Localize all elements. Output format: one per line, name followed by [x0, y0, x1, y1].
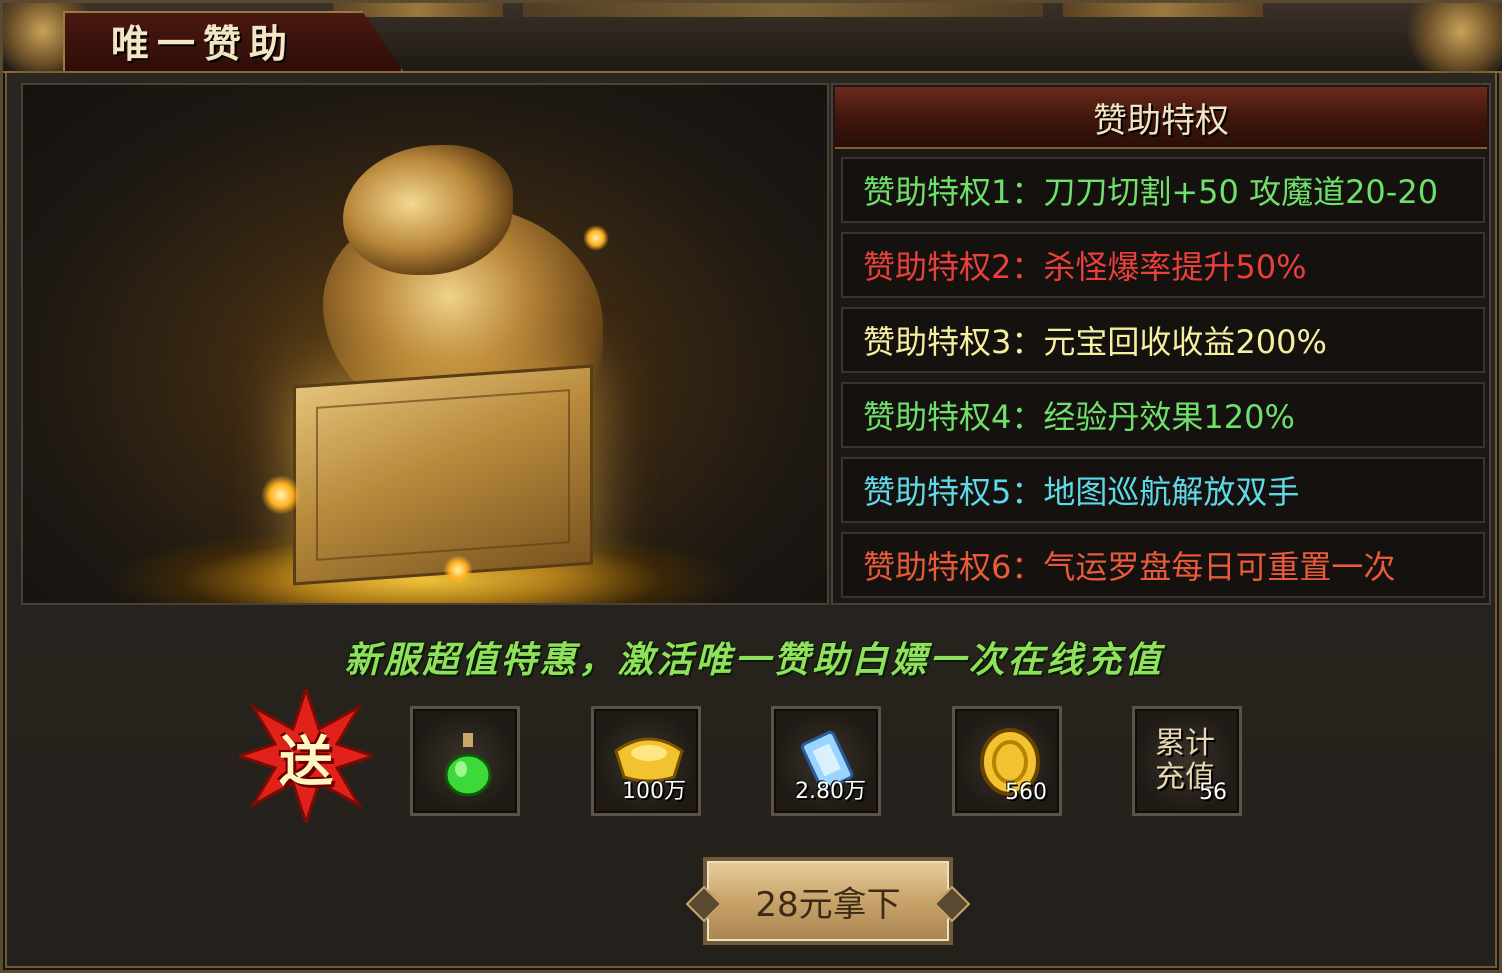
- reward-slot-scroll[interactable]: 2.80万: [771, 706, 881, 816]
- privilege-row: 赞助特权1：刀刀切割+50 攻魔道20-20: [841, 157, 1485, 223]
- privilege-row: 赞助特权4：经验丹效果120%: [841, 382, 1485, 448]
- jade-seal-icon: [293, 364, 593, 586]
- reward-slot-potion[interactable]: [410, 706, 520, 816]
- top-ornament: [523, 3, 1043, 17]
- reward-count: 2.80万: [795, 779, 866, 804]
- privilege-label: 赞助特权3：元宝回收收益200%: [863, 323, 1327, 361]
- reward-count: 100万: [622, 779, 686, 804]
- reward-slot-accumulated-recharge[interactable]: 累计充值 56: [1132, 706, 1242, 816]
- buy-button[interactable]: 28元拿下: [703, 857, 953, 945]
- gift-burst-badge: 送: [234, 684, 378, 828]
- top-ornament: [1063, 3, 1263, 17]
- promo-text: 新服超值特惠，激活唯一赞助白嫖一次在线充值: [344, 639, 1164, 681]
- sponsor-window: 唯一赞助 赞助特权 赞助特权1：刀刀切割+50 攻魔道20-20 赞助特权2：杀…: [0, 0, 1502, 973]
- privilege-label: 赞助特权4：经验丹效果120%: [863, 398, 1295, 436]
- sparkle: [583, 225, 609, 251]
- title-bar: 唯一赞助: [3, 3, 1502, 73]
- dragon-ornament-icon: [1395, 3, 1502, 73]
- privilege-label: 赞助特权5：地图巡航解放双手: [863, 473, 1300, 511]
- privilege-label: 赞助特权2：杀怪爆率提升50%: [863, 248, 1307, 286]
- privilege-label: 赞助特权6：气运罗盘每日可重置一次: [863, 548, 1396, 586]
- gift-label: 送: [279, 728, 333, 793]
- reward-count: 560: [1005, 780, 1047, 805]
- privileges-header: 赞助特权: [835, 87, 1487, 149]
- dragon-seal-showcase: [21, 83, 829, 605]
- reward-slot-ingot[interactable]: 100万: [591, 706, 701, 816]
- privilege-row: 赞助特权5：地图巡航解放双手: [841, 457, 1485, 523]
- sparkle: [261, 475, 301, 515]
- privilege-row: 赞助特权6：气运罗盘每日可重置一次: [841, 532, 1485, 598]
- window-title: 唯一赞助: [111, 21, 296, 66]
- privilege-row: 赞助特权3：元宝回收收益200%: [841, 307, 1485, 373]
- privileges-panel: 赞助特权 赞助特权1：刀刀切割+50 攻魔道20-20 赞助特权2：杀怪爆率提升…: [831, 83, 1491, 605]
- privilege-label: 赞助特权1：刀刀切割+50 攻魔道20-20: [863, 173, 1439, 211]
- reward-count: 56: [1199, 780, 1227, 805]
- sparkle: [443, 555, 473, 585]
- reward-slot-coin[interactable]: 560: [952, 706, 1062, 816]
- privileges-title: 赞助特权: [1093, 100, 1229, 141]
- privilege-row: 赞助特权2：杀怪爆率提升50%: [841, 232, 1485, 298]
- green-potion-icon: [444, 733, 492, 797]
